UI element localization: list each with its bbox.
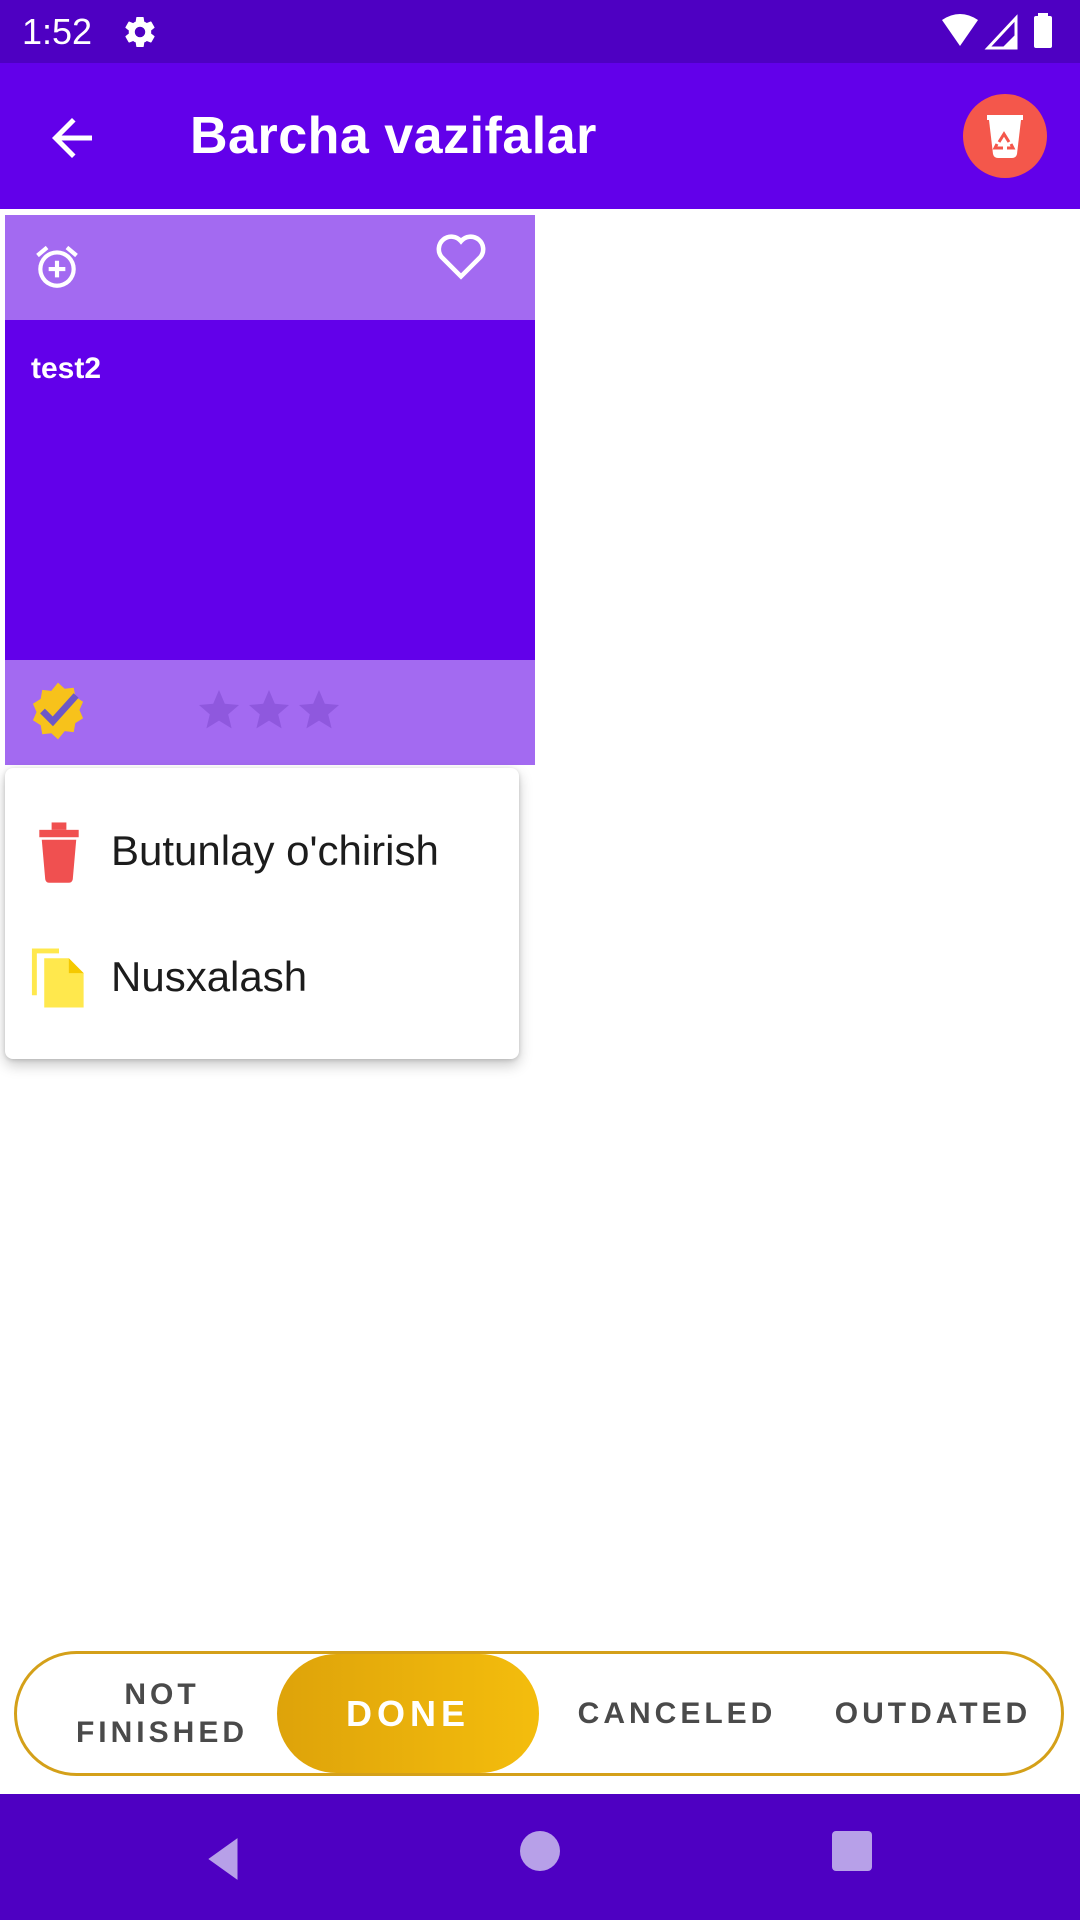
star-icon[interactable] (295, 686, 343, 734)
star-icon[interactable] (245, 686, 293, 734)
tab-outdated[interactable]: OUTDATED (807, 1654, 1059, 1773)
status-bar: 1:52 (0, 0, 1080, 63)
nav-recents-icon[interactable] (832, 1831, 872, 1871)
copy-icon (31, 948, 84, 1008)
rating-stars[interactable] (195, 686, 355, 738)
card-header (5, 215, 535, 320)
menu-item-label: Nusxalash (111, 953, 308, 1000)
task-title: test2 (31, 352, 102, 385)
star-icon[interactable] (195, 686, 243, 734)
card-body: test2 (5, 320, 535, 660)
tab-done[interactable]: DONE (277, 1654, 539, 1773)
app-bar: Barcha vazifalar (0, 63, 1080, 209)
gear-icon (125, 17, 155, 48)
status-icons (942, 13, 1052, 50)
tab-label: OUTDATED (834, 1696, 1032, 1730)
card-footer (5, 660, 535, 765)
tab-label: NOT FINISHED (75, 1677, 248, 1749)
trash-can-icon (39, 822, 79, 883)
recycle-bin-button[interactable] (963, 94, 1047, 178)
alarm-add-icon[interactable] (32, 242, 82, 292)
wifi-icon (942, 14, 978, 46)
status-time: 1:52 (22, 11, 93, 52)
page-title: Barcha vazifalar (190, 107, 597, 165)
recycle-bin-icon (987, 115, 1023, 158)
heart-outline-icon[interactable] (433, 231, 489, 281)
status-filter: NOT FINISHED DONE CANCELED OUTDATED (14, 1651, 1064, 1776)
menu-item-delete-permanently[interactable]: Butunlay o'chirish (5, 790, 519, 910)
menu-item-label: Butunlay o'chirish (111, 827, 439, 874)
battery-icon (1034, 16, 1052, 48)
context-menu: Butunlay o'chirish Nusxalash (5, 768, 519, 1059)
tab-not-finished[interactable]: NOT FINISHED (32, 1654, 292, 1773)
tab-label: DONE (345, 1692, 470, 1734)
system-nav-bar (0, 1794, 1080, 1920)
nav-back-icon[interactable] (200, 1834, 250, 1884)
tab-label: CANCELED (577, 1696, 777, 1730)
arrow-left-icon[interactable] (42, 108, 102, 168)
nav-home-icon[interactable] (520, 1831, 560, 1871)
verified-badge-icon[interactable] (27, 680, 89, 742)
task-card[interactable]: test2 (5, 215, 535, 765)
menu-item-copy[interactable]: Nusxalash (5, 916, 519, 1036)
tab-canceled[interactable]: CANCELED (547, 1654, 807, 1773)
